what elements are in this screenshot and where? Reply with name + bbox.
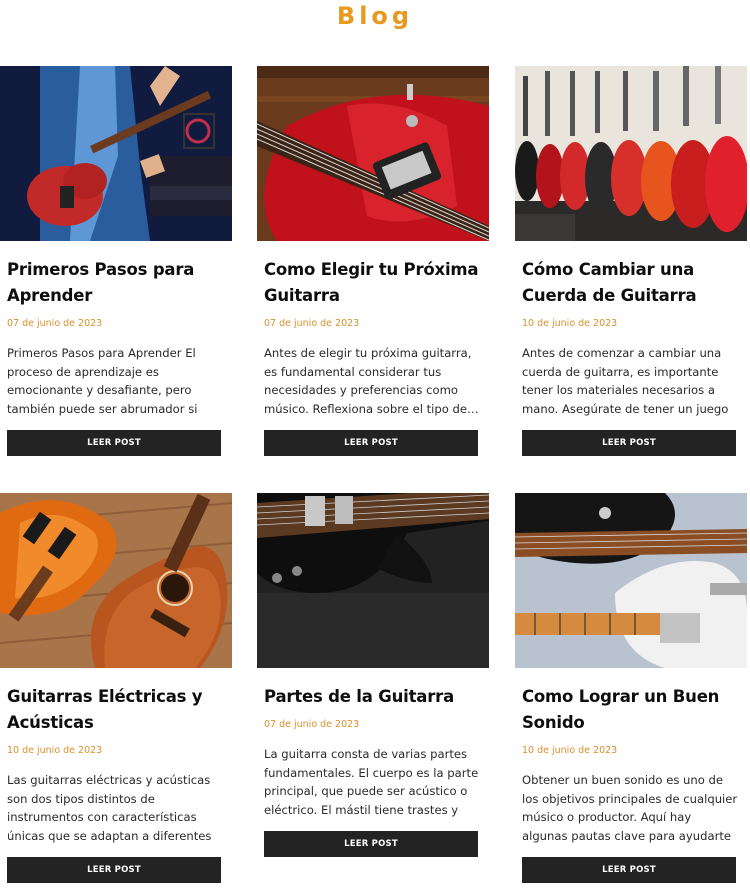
page-title: Blog [336, 2, 414, 30]
post-date: 07 de junio de 2023 [7, 318, 103, 329]
read-post-button[interactable]: LEER POST [7, 430, 221, 456]
post-title[interactable]: Primeros Pasos para Aprender [7, 257, 225, 309]
post-date: 10 de junio de 2023 [522, 318, 618, 329]
person-playing-guitar-image [0, 66, 232, 241]
guitars-in-store-image [515, 66, 747, 241]
red-guitar-closeup-image [257, 66, 489, 241]
post-excerpt: Obtener un buen sonido es uno de los obj… [522, 773, 738, 843]
post-title[interactable]: Cómo Cambiar una Cuerda de Guitarra [522, 257, 740, 309]
blog-post-card: Primeros Pasos para Aprender 07 de junio … [0, 66, 232, 456]
black-electric-guitar-image [257, 493, 489, 668]
read-post-button[interactable]: LEER POST [522, 430, 736, 456]
post-thumbnail[interactable] [515, 66, 747, 241]
post-thumbnail[interactable] [0, 493, 232, 668]
post-excerpt: Primeros Pasos para Aprender El proceso … [7, 346, 198, 416]
read-post-button[interactable]: LEER POST [264, 430, 478, 456]
electric-and-acoustic-guitars-image [0, 493, 232, 668]
post-date: 10 de junio de 2023 [522, 745, 618, 756]
blog-post-card: Como Elegir tu Próxima Guitarra 07 de jun… [257, 66, 489, 456]
post-date: 07 de junio de 2023 [264, 719, 360, 730]
post-date: 07 de junio de 2023 [264, 318, 360, 329]
blog-post-card: Partes de la Guitarra 07 de junio de 202… [257, 493, 489, 857]
post-excerpt: La guitarra consta de varias partes fund… [264, 747, 479, 817]
read-post-button[interactable]: LEER POST [7, 857, 221, 883]
post-thumbnail[interactable] [257, 66, 489, 241]
blog-post-card: Como Lograr un Buen Sonido 10 de junio de… [515, 493, 747, 883]
read-post-button[interactable]: LEER POST [264, 831, 478, 857]
blog-post-card: Guitarras Eléctricas y Acústicas 10 de ju… [0, 493, 232, 883]
white-and-black-guitars-image [515, 493, 747, 668]
post-excerpt: Antes de elegir tu próxima guitarra, es … [264, 346, 479, 416]
post-title[interactable]: Como Elegir tu Próxima Guitarra [264, 257, 482, 309]
post-thumbnail[interactable] [515, 493, 747, 668]
post-date: 10 de junio de 2023 [7, 745, 103, 756]
blog-post-card: Cómo Cambiar una Cuerda de Guitarra 10 de… [515, 66, 747, 456]
post-title[interactable]: Guitarras Eléctricas y Acústicas [7, 684, 225, 736]
post-excerpt: Antes de comenzar a cambiar una cuerda d… [522, 346, 729, 416]
post-title[interactable]: Como Lograr un Buen Sonido [522, 684, 740, 736]
post-excerpt: Las guitarras eléctricas y acústicas son… [7, 773, 212, 843]
post-thumbnail[interactable] [257, 493, 489, 668]
post-thumbnail[interactable] [0, 66, 232, 241]
post-title[interactable]: Partes de la Guitarra [264, 684, 482, 710]
read-post-button[interactable]: LEER POST [522, 857, 736, 883]
